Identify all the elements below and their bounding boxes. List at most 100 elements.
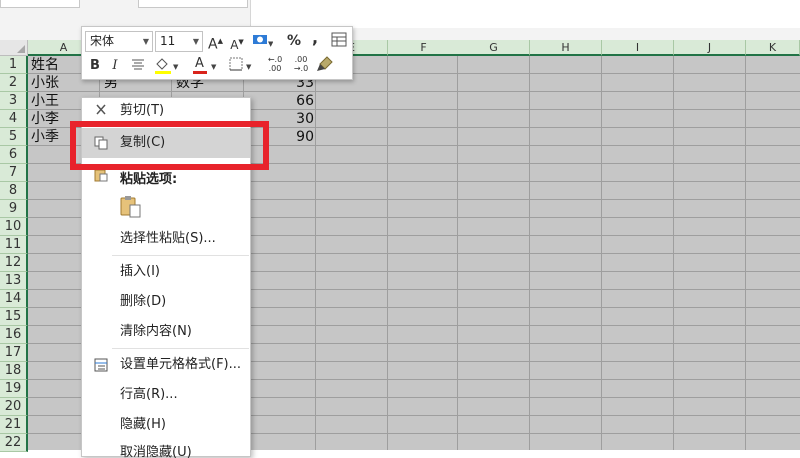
formula-bar[interactable] (250, 0, 800, 28)
menu-item-clear-contents[interactable]: 清除内容(N) (82, 317, 250, 347)
format-painter-button[interactable] (315, 55, 335, 79)
svg-text:▼: ▼ (173, 63, 179, 71)
row-header-20[interactable]: 20 (0, 398, 28, 416)
row-header-7[interactable]: 7 (0, 164, 28, 182)
comma-style-button[interactable]: , (310, 29, 320, 47)
row-header-1[interactable]: 1 (0, 56, 28, 74)
menu-separator (112, 348, 249, 349)
row-header-4[interactable]: 4 (0, 110, 28, 128)
bold-button[interactable]: B (89, 57, 101, 75)
grow-font-button[interactable]: A▲ (208, 32, 223, 54)
grid-line (457, 56, 458, 450)
font-name-box[interactable]: 宋体 ▼ (85, 31, 153, 52)
grid-line (601, 56, 602, 450)
font-size-value: 11 (160, 34, 176, 48)
grid-line (529, 56, 530, 450)
table-icon (331, 32, 347, 47)
font-color-letter: A (195, 56, 204, 71)
increase-decimal-button[interactable]: .00 →.0 (289, 55, 313, 73)
menu-item-label: 设置单元格格式(F)... (120, 357, 242, 372)
column-header-i[interactable]: I (602, 40, 674, 56)
scissors-icon (96, 104, 106, 115)
format-table-button[interactable] (330, 32, 348, 53)
menu-item-hide[interactable]: 隐藏(H) (82, 410, 250, 440)
chevron-down-icon: ▼ (142, 37, 149, 46)
menu-item-label: 行高(R)... (120, 387, 178, 402)
row-header-11[interactable]: 11 (0, 236, 28, 254)
border-icon: ▼ (229, 57, 252, 71)
paste-options-header: 粘贴选项: (120, 172, 178, 187)
format-cells-icon (94, 358, 108, 372)
svg-text:▼: ▼ (246, 63, 252, 71)
accounting-format-button[interactable]: ▼ (250, 32, 274, 54)
font-name-value: 宋体 (90, 34, 115, 48)
align-center-icon (132, 59, 144, 70)
italic-button[interactable]: I (109, 57, 121, 75)
menu-item-delete[interactable]: 删除(D) (82, 287, 250, 317)
mini-toolbar: 宋体 ▼ 11 ▼ A▲ A▼ ▼ % , B I ▼ ▼ A ▼ ←.0 .0… (81, 26, 353, 80)
menu-item-unhide[interactable]: 取消隐藏(U) (82, 438, 250, 458)
menu-item-format-cells[interactable]: 设置单元格格式(F)... (82, 350, 250, 380)
fill-color-button[interactable]: ▼ (152, 55, 180, 81)
select-all-corner[interactable] (0, 40, 28, 56)
align-center-button[interactable] (130, 57, 146, 77)
row-header-3[interactable]: 3 (0, 92, 28, 110)
svg-text:▼: ▼ (268, 40, 273, 48)
paste-button[interactable] (118, 194, 144, 220)
menu-item-row-height[interactable]: 行高(R)... (82, 380, 250, 410)
menu-item-label: 剪切(T) (120, 103, 165, 118)
row-header-2[interactable]: 2 (0, 74, 28, 92)
currency-icon: ▼ (253, 35, 274, 48)
paintbrush-icon (317, 56, 333, 71)
row-header-17[interactable]: 17 (0, 344, 28, 362)
ribbon-control[interactable] (0, 0, 80, 8)
row-header-9[interactable]: 9 (0, 200, 28, 218)
borders-button[interactable]: ▼ (228, 56, 256, 80)
grid-line (745, 56, 746, 450)
row-header-13[interactable]: 13 (0, 272, 28, 290)
font-color-button[interactable]: ▼ A (190, 55, 218, 81)
grid-line (315, 56, 316, 450)
menu-item-paste-special[interactable]: 选择性粘贴(S)... (82, 224, 250, 254)
cell-d5[interactable]: 90 (262, 128, 314, 146)
ribbon-control[interactable] (138, 0, 248, 8)
row-header-8[interactable]: 8 (0, 182, 28, 200)
row-header-16[interactable]: 16 (0, 326, 28, 344)
menu-item-insert[interactable]: 插入(I) (82, 257, 250, 287)
svg-text:▼: ▼ (211, 63, 217, 71)
grow-font-icon: A (208, 36, 218, 53)
row-header-12[interactable]: 12 (0, 254, 28, 272)
cell-d4[interactable]: 30 (262, 110, 314, 128)
highlight-box (70, 121, 269, 170)
cell-a3[interactable]: 小王 (31, 92, 77, 110)
percent-style-button[interactable]: % (286, 32, 302, 50)
menu-separator (112, 255, 249, 256)
menu-item-label: 隐藏(H) (120, 417, 166, 432)
grid-line (387, 56, 388, 450)
column-header-h[interactable]: H (530, 40, 602, 56)
menu-item-label: 取消隐藏(U) (120, 445, 192, 458)
row-header-18[interactable]: 18 (0, 362, 28, 380)
row-header-6[interactable]: 6 (0, 146, 28, 164)
cell-a1[interactable]: 姓名 (31, 56, 77, 74)
clipboard-icon (120, 196, 141, 218)
cell-a2[interactable]: 小张 (31, 74, 77, 92)
row-header-5[interactable]: 5 (0, 128, 28, 146)
row-header-22[interactable]: 22 (0, 434, 28, 452)
column-header-g[interactable]: G (458, 40, 530, 56)
decrease-decimal-button[interactable]: ←.0 .00 (263, 55, 287, 73)
row-header-21[interactable]: 21 (0, 416, 28, 434)
row-header-14[interactable]: 14 (0, 290, 28, 308)
column-header-j[interactable]: J (674, 40, 746, 56)
menu-item-label: 选择性粘贴(S)... (120, 231, 216, 246)
row-header-15[interactable]: 15 (0, 308, 28, 326)
menu-item-label: 插入(I) (120, 264, 160, 279)
fill-bucket-icon: ▼ (155, 58, 179, 74)
column-header-f[interactable]: F (388, 40, 460, 56)
shrink-font-button[interactable]: A▼ (230, 33, 244, 54)
row-header-10[interactable]: 10 (0, 218, 28, 236)
row-header-19[interactable]: 19 (0, 380, 28, 398)
column-header-k[interactable]: K (746, 40, 800, 56)
font-size-box[interactable]: 11 ▼ (155, 31, 203, 52)
cell-d3[interactable]: 66 (262, 92, 314, 110)
